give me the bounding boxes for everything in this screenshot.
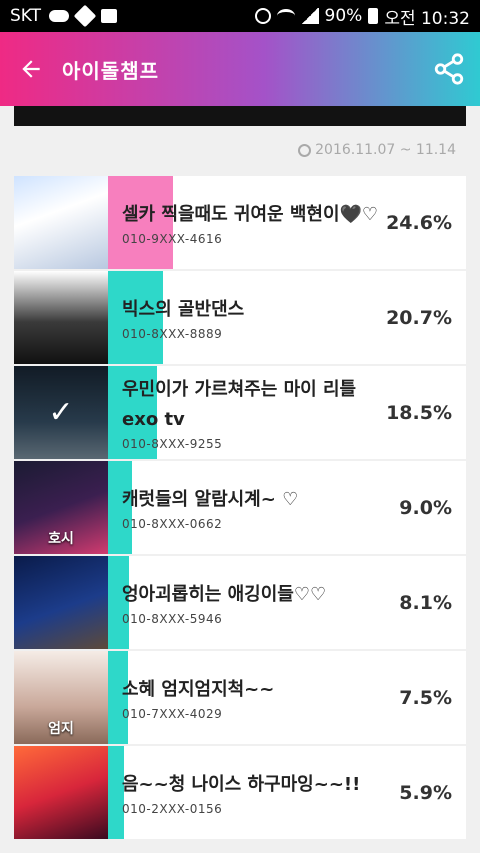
vote-percent: 7.5%	[399, 686, 452, 709]
thumbnail-image[interactable]: 호시	[14, 461, 108, 554]
thumbnail-image[interactable]	[14, 176, 108, 269]
item-phone: 010-8XXX-0662	[122, 516, 223, 531]
item-phone: 010-8XXX-9255	[122, 436, 223, 451]
vote-item[interactable]: 엄지 소혜 엄지엄지척~~ 010-7XXX-4029 7.5%	[14, 651, 466, 744]
item-phone: 010-8XXX-5946	[122, 611, 223, 626]
item-phone: 010-9XXX-4616	[122, 231, 223, 246]
vote-percent: 8.1%	[399, 591, 452, 614]
vote-percent: 9.0%	[399, 496, 452, 519]
item-title: 빅스의 골반댄스	[122, 298, 245, 320]
back-button[interactable]	[0, 32, 62, 106]
thumbnail-image[interactable]	[14, 556, 108, 649]
vote-item[interactable]: 셀카 찍을때도 귀여운 백현이🖤♡ 010-9XXX-4616 24.6%	[14, 176, 466, 269]
thumbnail-caption: 엄지	[48, 721, 74, 737]
arrow-left-icon	[22, 60, 40, 78]
item-info: 셀카 찍을때도 귀여운 백현이🖤♡ 010-9XXX-4616	[122, 176, 382, 269]
item-info: 캐럿들의 알람시계~ ♡ 010-8XXX-0662	[122, 461, 382, 554]
page-title: 아이돌챔프	[62, 58, 159, 83]
thumbnail-image[interactable]	[14, 271, 108, 364]
thumbnail-photo	[14, 271, 108, 364]
vote-item[interactable]: ✓ 우민이가 가르쳐주는 마이 리틀 exo tv 010-8XXX-9255 18.…	[14, 366, 466, 459]
thumbnail-image[interactable]	[14, 746, 108, 839]
vote-item[interactable]: 엉아괴롭히는 애깅이들♡♡ 010-8XXX-5946 8.1%	[14, 556, 466, 649]
thumbnail-photo	[14, 556, 108, 649]
item-title: 소혜 엄지엄지척~~	[122, 678, 275, 700]
vote-percent: 24.6%	[386, 211, 452, 234]
vote-percent: 5.9%	[399, 781, 452, 804]
vote-item[interactable]: 음~~청 나이스 하구마잉~~!! 010-2XXX-0156 5.9%	[14, 746, 466, 839]
share-icon	[434, 53, 464, 85]
item-title: 음~~청 나이스 하구마잉~~!!	[122, 773, 361, 795]
checkmark-icon: ✓	[14, 366, 108, 459]
thumbnail-caption: 호시	[48, 531, 74, 547]
date-range-text: 2016.11.07 ~ 11.14	[315, 142, 456, 158]
item-title: 셀카 찍을때도 귀여운 백현이🖤♡	[122, 203, 379, 225]
thumbnail-photo	[14, 746, 108, 839]
thumbnail-image[interactable]: 엄지	[14, 651, 108, 744]
item-info: 우민이가 가르쳐주는 마이 리틀 exo tv 010-8XXX-9255	[122, 366, 382, 459]
battery-percent: 90%	[324, 6, 363, 26]
video-banner[interactable]	[14, 106, 466, 126]
item-title: 우민이가 가르쳐주는 마이 리틀 exo tv	[122, 378, 357, 430]
image-icon	[101, 9, 118, 23]
wrench-icon	[73, 4, 97, 28]
signal-icon	[300, 8, 319, 24]
vote-item[interactable]: 호시 캐럿들의 알람시계~ ♡ 010-8XXX-0662 9.0%	[14, 461, 466, 554]
item-title: 엉아괴롭히는 애깅이들♡♡	[122, 583, 327, 605]
cloud-icon	[49, 10, 70, 22]
carrier-label: SKT	[10, 6, 42, 26]
item-phone: 010-2XXX-0156	[122, 801, 223, 816]
alarm-icon	[254, 8, 271, 24]
clock-icon	[298, 143, 312, 157]
date-range: 2016.11.07 ~ 11.14	[298, 142, 456, 158]
item-info: 엉아괴롭히는 애깅이들♡♡ 010-8XXX-5946	[122, 556, 382, 649]
thumbnail-photo	[14, 176, 108, 269]
clock-time: 오전 10:32	[384, 8, 470, 29]
thumbnail-image[interactable]: ✓	[14, 366, 108, 459]
item-phone: 010-8XXX-8889	[122, 326, 223, 341]
share-button[interactable]	[432, 52, 466, 86]
item-title: 캐럿들의 알람시계~ ♡	[122, 488, 299, 510]
status-bar: SKT 90% 오전 10:32	[0, 0, 480, 32]
battery-icon	[368, 8, 379, 24]
wifi-icon	[276, 9, 295, 23]
item-info: 소혜 엄지엄지척~~ 010-7XXX-4029	[122, 651, 382, 744]
item-info: 빅스의 골반댄스 010-8XXX-8889	[122, 271, 382, 364]
vote-list: 셀카 찍을때도 귀여운 백현이🖤♡ 010-9XXX-4616 24.6% 빅스의 골…	[14, 176, 466, 841]
app-bar: 아이돌챔프	[0, 32, 480, 106]
vote-percent: 20.7%	[386, 306, 452, 329]
item-phone: 010-7XXX-4029	[122, 706, 223, 721]
vote-percent: 18.5%	[386, 401, 452, 424]
vote-item[interactable]: 빅스의 골반댄스 010-8XXX-8889 20.7%	[14, 271, 466, 364]
item-info: 음~~청 나이스 하구마잉~~!! 010-2XXX-0156	[122, 746, 382, 839]
